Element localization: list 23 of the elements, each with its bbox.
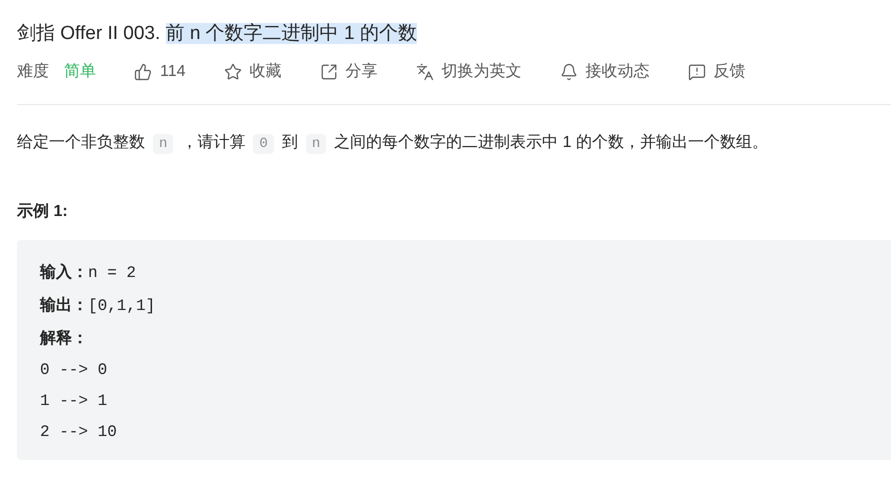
share-icon — [320, 63, 338, 81]
code-line: 0 --> 0 — [40, 360, 108, 381]
difficulty-value: 简单 — [64, 62, 96, 82]
code-line: 1 --> 1 — [40, 391, 108, 412]
feedback-icon — [688, 63, 706, 81]
problem-description: 给定一个非负整数 n ，请计算 0 到 n 之间的每个数字的二进制表示中 1 的个数，并输出一个数组。 — [17, 132, 770, 156]
problem-title: 剑指 Offer II 003. 前 n 个数字二进制中 1 的个数 — [17, 22, 417, 46]
translate-icon — [416, 63, 434, 81]
bell-icon — [560, 63, 578, 81]
code-line: 解释： — [40, 327, 89, 349]
bell-button[interactable]: 接收动态 — [560, 60, 650, 84]
code-line: 2 --> 10 — [40, 422, 118, 443]
share-button[interactable]: 分享 — [320, 60, 378, 84]
code-line: 输入：n = 2 — [40, 261, 138, 284]
example-heading: 示例 1: — [17, 202, 69, 222]
code-line: 输出：[0,1,1] — [40, 294, 156, 317]
difficulty-label: 难度 — [17, 62, 49, 82]
feedback-button[interactable]: 反馈 — [688, 60, 746, 84]
like-button[interactable]: 114 — [134, 60, 186, 84]
star-icon — [224, 63, 242, 81]
translate-button[interactable]: 切换为英文 — [416, 60, 522, 84]
star-button[interactable]: 收藏 — [224, 60, 282, 84]
thumbs-up-icon — [134, 63, 152, 81]
